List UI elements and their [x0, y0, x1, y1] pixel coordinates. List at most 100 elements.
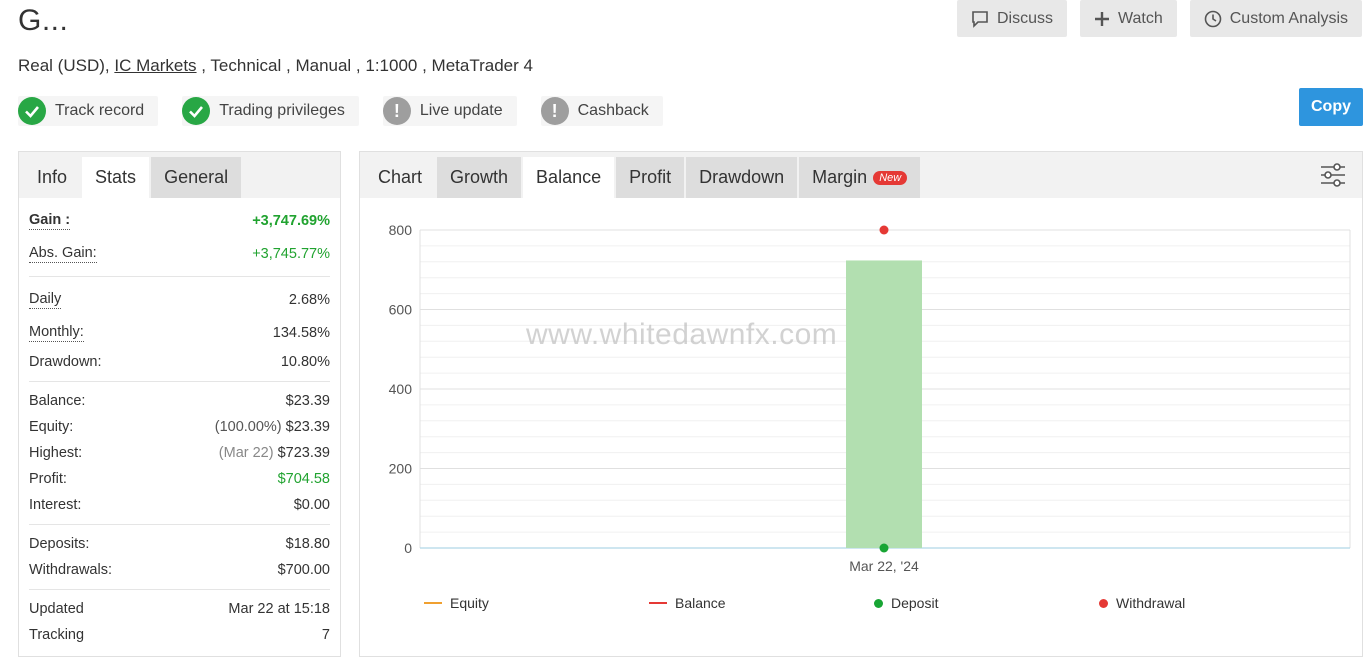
stat-group-transfers: Deposits: $18.80 Withdrawals: $700.00 — [29, 525, 330, 590]
interest-value: $0.00 — [293, 497, 330, 513]
chart-legend: Equity Balance Deposit Withdrawal — [424, 595, 1299, 611]
chart-marks — [846, 225, 922, 553]
stat-row-deposits: Deposits: $18.80 — [29, 531, 330, 557]
deposit-point — [879, 543, 889, 553]
equity-label: Equity: — [29, 419, 74, 435]
page-title: G... — [18, 4, 69, 37]
deposits-label: Deposits: — [29, 536, 90, 552]
tab-general[interactable]: General — [151, 157, 242, 198]
monthly-label[interactable]: Monthly: — [29, 324, 84, 342]
y-tick-label: 200 — [389, 461, 413, 477]
updated-label: Updated — [29, 601, 84, 617]
updated-value: Mar 22 at 15:18 — [228, 601, 330, 617]
x-tick-label: Mar 22, '24 — [849, 558, 919, 574]
stat-row-interest: Interest: $0.00 — [29, 492, 330, 518]
stat-row-gain: Gain : +3,747.69% — [29, 204, 330, 237]
legend-equity[interactable]: Equity — [424, 595, 649, 611]
tab-growth[interactable]: Growth — [437, 157, 522, 198]
tab-info[interactable]: Info — [24, 157, 80, 198]
account-details: , Technical , Manual , 1:1000 , MetaTrad… — [196, 56, 533, 75]
legend-balance[interactable]: Balance — [649, 595, 874, 611]
tab-chart[interactable]: Chart — [365, 157, 435, 198]
gain-value: +3,747.69% — [252, 212, 330, 229]
y-tick-label: 0 — [404, 540, 412, 556]
legend-swatch-deposit — [874, 598, 883, 608]
stat-row-drawdown: Drawdown: 10.80% — [29, 349, 330, 375]
plus-icon — [1094, 11, 1109, 26]
clock-icon — [1204, 10, 1222, 27]
stat-row-balance: Balance: $23.39 — [29, 388, 330, 414]
y-tick-label: 600 — [389, 302, 413, 318]
y-tick-label: 400 — [389, 381, 413, 397]
stat-group-rates: Daily 2.68% Monthly: 134.58% Drawdown: 1… — [29, 277, 330, 382]
tab-stats[interactable]: Stats — [82, 157, 150, 198]
tab-balance[interactable]: Balance — [523, 157, 615, 198]
stat-row-monthly: Monthly: 134.58% — [29, 316, 330, 349]
watch-button[interactable]: Watch — [1079, 0, 1177, 37]
account-type: Real (USD), — [18, 56, 115, 75]
tab-margin[interactable]: Margin New — [799, 157, 921, 198]
stats-list: Gain : +3,747.69% Abs. Gain: +3,745.77% … — [19, 198, 340, 654]
profit-label: Profit: — [29, 471, 67, 487]
balance-bar — [846, 260, 922, 548]
broker-link[interactable]: IC Markets — [114, 56, 196, 75]
discuss-label: Discuss — [996, 9, 1053, 27]
legend-swatch-withdrawal — [1099, 598, 1108, 608]
badge-label: Track record — [55, 102, 145, 119]
stat-group-meta: Updated Mar 22 at 15:18 Tracking 7 — [29, 590, 330, 654]
badge-trading-privileges[interactable]: Trading privileges — [182, 96, 359, 126]
check-icon — [182, 97, 211, 125]
withdrawal-point — [879, 225, 889, 235]
highest-note: (Mar 22) — [218, 445, 274, 461]
legend-label-balance: Balance — [675, 595, 726, 611]
equity-value-wrap: (100.00%) $23.39 — [215, 419, 330, 435]
chart-settings-icon[interactable] — [1320, 162, 1346, 193]
legend-withdrawal[interactable]: Withdrawal — [1099, 595, 1299, 611]
chart-tabs: Chart Growth Balance Profit Drawdown Mar… — [360, 152, 1362, 198]
new-badge: New — [873, 170, 908, 185]
daily-value: 2.68% — [288, 291, 330, 308]
legend-deposit[interactable]: Deposit — [874, 595, 1099, 611]
tab-drawdown[interactable]: Drawdown — [686, 157, 798, 198]
margin-label: Margin — [812, 167, 868, 187]
legend-swatch-equity — [424, 602, 442, 604]
stat-group-gain: Gain : +3,747.69% Abs. Gain: +3,745.77% — [29, 198, 330, 277]
discuss-button[interactable]: Discuss — [956, 0, 1067, 37]
stat-row-highest: Highest: (Mar 22) $723.39 — [29, 440, 330, 466]
badge-label: Live update — [419, 102, 503, 119]
withdrawals-label: Withdrawals: — [29, 562, 112, 578]
abs-gain-label[interactable]: Abs. Gain: — [29, 245, 97, 263]
balance-label: Balance: — [29, 393, 86, 409]
legend-label-equity: Equity — [450, 595, 489, 611]
check-icon — [18, 97, 46, 125]
highest-value: $723.39 — [277, 445, 330, 461]
equity-note: (100.00%) — [214, 419, 282, 435]
watch-label: Watch — [1117, 9, 1163, 27]
stat-row-equity: Equity: (100.00%) $23.39 — [29, 414, 330, 440]
custom-analysis-label: Custom Analysis — [1229, 9, 1348, 27]
copy-button[interactable]: Copy — [1299, 88, 1363, 126]
daily-label[interactable]: Daily — [29, 291, 62, 309]
custom-analysis-button[interactable]: Custom Analysis — [1189, 0, 1362, 37]
badge-track-record[interactable]: Track record — [18, 96, 159, 126]
monthly-value: 134.58% — [272, 324, 330, 341]
balance-value: $23.39 — [285, 393, 330, 409]
y-tick-label: 800 — [389, 222, 413, 238]
legend-label-withdrawal: Withdrawal — [1116, 595, 1186, 611]
verification-badges: Track record Trading privileges ! Live u… — [18, 96, 663, 126]
stats-panel: Info Stats General Gain : +3,747.69% Abs… — [18, 151, 341, 657]
drawdown-value: 10.80% — [280, 354, 330, 370]
badge-live-update[interactable]: ! Live update — [382, 96, 517, 126]
stat-row-tracking: Tracking 7 — [29, 622, 330, 648]
gain-label[interactable]: Gain : — [29, 212, 71, 230]
stats-tabs: Info Stats General — [19, 152, 340, 198]
exclamation-icon: ! — [382, 97, 411, 125]
legend-swatch-balance — [649, 602, 667, 604]
equity-value: $23.39 — [285, 419, 330, 435]
badge-cashback[interactable]: ! Cashback — [540, 96, 663, 126]
comment-icon — [972, 10, 988, 28]
stat-row-profit: Profit: $704.58 — [29, 466, 330, 492]
badge-label: Cashback — [577, 102, 649, 119]
chart-panel: Chart Growth Balance Profit Drawdown Mar… — [359, 151, 1363, 657]
tab-profit[interactable]: Profit — [616, 157, 685, 198]
